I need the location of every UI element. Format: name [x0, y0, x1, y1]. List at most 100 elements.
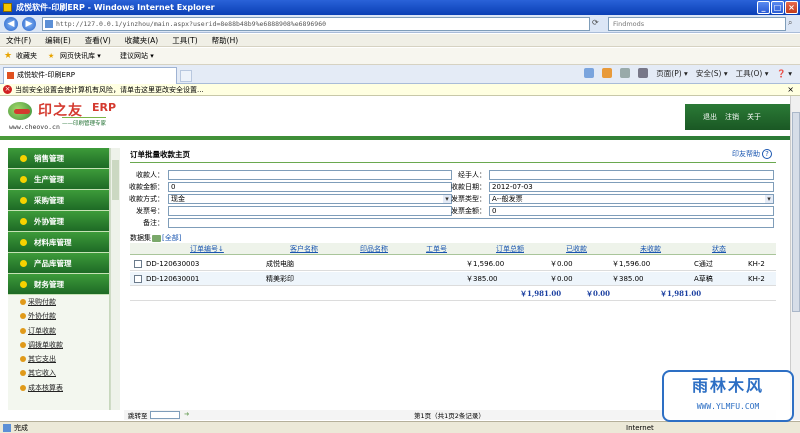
title-divider — [130, 162, 776, 163]
dot-icon — [20, 356, 26, 363]
col-received[interactable]: 已收款 — [566, 243, 587, 255]
about-link[interactable]: 关于 — [747, 104, 761, 130]
sidebar-menu-product-stock[interactable]: 产品库管理 — [8, 253, 109, 274]
col-work-no[interactable]: 工单号 — [426, 243, 447, 255]
page-jump-input[interactable] — [150, 411, 180, 419]
maximize-button[interactable]: □ — [771, 1, 784, 14]
web-slice-gallery[interactable]: 网页快讯库 ▾ — [60, 48, 101, 65]
menu-tools[interactable]: 工具(T) — [172, 34, 197, 46]
forward-arrow-icon[interactable]: ▶ — [22, 17, 36, 31]
favorites-button[interactable]: 收藏夹 — [16, 48, 37, 65]
method-select[interactable]: 现金 — [168, 194, 452, 204]
sidebar-item-order-receipt[interactable]: 订单收款 — [8, 324, 109, 338]
sidebar-item-label: 其它收入 — [28, 369, 56, 378]
sidebar-item-outsourcing-payment[interactable]: 外协付款 — [8, 309, 109, 323]
menu-help[interactable]: 帮助(H) — [212, 34, 239, 46]
edit-icon[interactable] — [152, 234, 161, 242]
sidebar-scroll-thumb[interactable] — [112, 160, 119, 200]
favorites-bar: ★ 收藏夹 ★ 网页快讯库 ▾ 建议网站 ▾ — [0, 48, 800, 65]
date-input[interactable]: 2012-07-03 — [489, 182, 774, 192]
new-tab-button[interactable] — [180, 70, 192, 82]
safety-menu[interactable]: 安全(S) ▾ — [696, 68, 728, 80]
dot-icon — [20, 313, 26, 320]
menu-view[interactable]: 查看(V) — [85, 34, 111, 46]
sidebar-item-label: 外协付款 — [28, 312, 56, 321]
menu-edit[interactable]: 编辑(E) — [45, 34, 71, 46]
sidebar-menu-label: 材料库管理 — [34, 238, 72, 247]
search-input[interactable]: Findmods — [608, 17, 786, 31]
sidebar-menu-material-stock[interactable]: 材料库管理 — [8, 232, 109, 253]
sidebar-item-other-income[interactable]: 其它收入 — [8, 366, 109, 380]
dataset-all-link[interactable]: [全部] — [162, 234, 181, 242]
sidebar-menu-production[interactable]: 生产管理 — [8, 169, 109, 190]
table-row[interactable]: DD-120630003 成悦电脑 ￥1,596.00 ￥0.00 ￥1,596… — [130, 257, 776, 271]
row-checkbox[interactable] — [134, 260, 142, 268]
bullet-icon — [20, 155, 27, 162]
form-row-2: 收款金额： 0 收款日期： 2012-07-03 — [124, 182, 776, 193]
col-product[interactable]: 印品名称 — [360, 243, 388, 255]
help-link[interactable]: 印友帮助? — [732, 149, 772, 159]
col-status[interactable]: 状态 — [712, 243, 726, 255]
dot-icon — [20, 384, 26, 391]
tab-favicon-icon — [7, 72, 14, 79]
refresh-icon[interactable]: ⟳ — [592, 18, 599, 27]
sidebar-menu-finance[interactable]: 财务管理 — [8, 274, 109, 295]
address-url: http://127.0.0.1/yinzhou/main.aspx?useri… — [56, 20, 327, 28]
go-icon[interactable]: ➜ — [184, 410, 189, 418]
search-icon[interactable]: ⌕ — [788, 18, 792, 28]
form-row-1: 收款人： 经手人： — [124, 170, 776, 181]
col-unreceived[interactable]: 未收款 — [640, 243, 661, 255]
suggested-sites[interactable]: 建议网站 ▾ — [120, 48, 154, 65]
page-scroll-thumb[interactable] — [792, 112, 800, 312]
remark-input[interactable] — [168, 218, 774, 228]
home-icon[interactable] — [584, 68, 595, 78]
sidebar-menu-outsourcing[interactable]: 外协管理 — [8, 211, 109, 232]
table-row[interactable]: DD-120630001 精美彩印 ￥385.00 ￥0.00 ￥385.00 … — [130, 272, 776, 286]
close-infobar-icon[interactable]: × — [787, 84, 794, 96]
sidebar-item-transfer-receipt[interactable]: 调拨单收款 — [8, 338, 109, 352]
sidebar-scrollbar[interactable] — [110, 148, 120, 410]
close-button[interactable]: × — [785, 1, 798, 14]
sidebar-menu-label: 采购管理 — [34, 196, 64, 205]
payee-input[interactable] — [168, 170, 452, 180]
invoice-amount-input[interactable]: 0 — [489, 206, 774, 216]
menu-file[interactable]: 文件(F) — [6, 34, 31, 46]
sidebar-menu-sales[interactable]: 销售管理 — [8, 148, 109, 169]
logout-link[interactable]: 退出 — [703, 104, 717, 130]
rss-feed-icon[interactable] — [602, 68, 613, 78]
dot-icon — [20, 370, 26, 377]
logo-icon — [8, 102, 32, 120]
handler-input[interactable] — [489, 170, 774, 180]
invoice-type-select[interactable]: A--般发票 — [489, 194, 774, 204]
jump-label: 跳转至 — [128, 412, 148, 420]
print-icon[interactable] — [638, 68, 649, 78]
security-info-bar[interactable]: × 当前安全设置会使计算机有风险，请单击这里更改安全设置... × — [0, 84, 800, 96]
help-menu[interactable]: ❓ ▾ — [777, 68, 793, 80]
sidebar-item-other-expense[interactable]: 其它支出 — [8, 352, 109, 366]
cell-order-no: DD-120630003 — [146, 260, 200, 268]
address-bar[interactable]: http://127.0.0.1/yinzhou/main.aspx?useri… — [42, 17, 590, 31]
tools-menu[interactable]: 工具(O) ▾ — [736, 68, 769, 80]
back-arrow-icon[interactable]: ◀ — [4, 17, 18, 31]
menu-favorites[interactable]: 收藏夹(A) — [125, 34, 158, 46]
amount-input[interactable]: 0 — [168, 182, 452, 192]
row-checkbox[interactable] — [134, 275, 142, 283]
col-order-no[interactable]: 订单编号↓ — [190, 243, 224, 255]
tab-erp[interactable]: 成悦软件-印刷ERP — [3, 67, 177, 84]
invoice-no-input[interactable] — [168, 206, 452, 216]
cell-customer: 成悦电脑 — [266, 260, 294, 268]
sidebar-menu-purchase[interactable]: 采购管理 — [8, 190, 109, 211]
cell-customer: 精美彩印 — [266, 275, 294, 283]
col-customer[interactable]: 客户名称 — [290, 243, 318, 255]
add-favorite-icon[interactable]: ★ — [48, 48, 54, 65]
minimize-button[interactable]: _ — [757, 1, 770, 14]
sidebar-item-purchase-payment[interactable]: 采购付款 — [8, 295, 109, 309]
favorites-star-icon[interactable]: ★ — [4, 48, 12, 65]
mail-icon[interactable] — [620, 68, 631, 78]
signoff-link[interactable]: 注销 — [725, 104, 739, 130]
sidebar-item-cost-accounting[interactable]: 成本核算表 — [8, 381, 109, 395]
window-title: 成悦软件-印刷ERP - Windows Internet Explorer — [16, 3, 215, 12]
page-menu[interactable]: 页面(P) ▾ — [656, 68, 688, 80]
ie-app-icon — [3, 3, 12, 12]
col-total[interactable]: 订单总额 — [496, 243, 524, 255]
